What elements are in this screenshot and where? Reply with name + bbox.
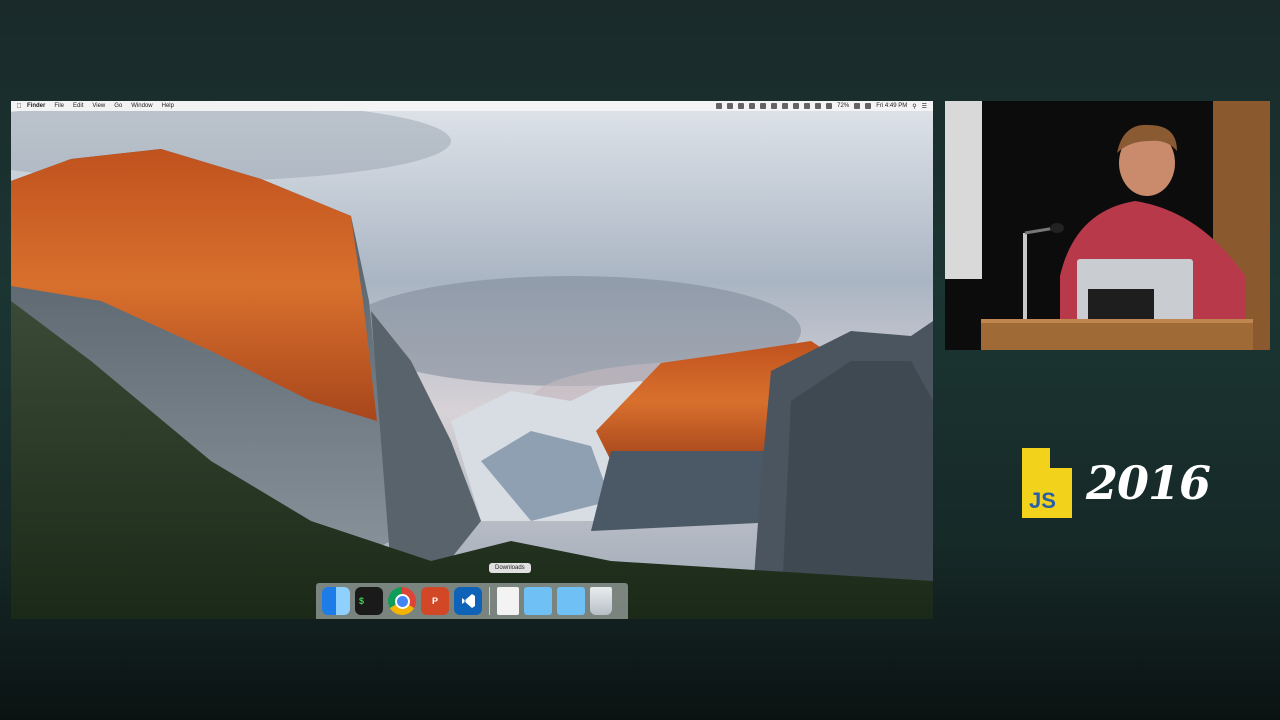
tray-icon[interactable]: [793, 103, 800, 109]
tray-icon[interactable]: [749, 103, 756, 109]
terminal-icon[interactable]: $: [355, 587, 383, 615]
conference-logo: JS 2016: [1020, 448, 1211, 518]
dock-separator: [489, 587, 490, 615]
tray-icon[interactable]: [771, 103, 778, 109]
folder-icon[interactable]: [557, 587, 585, 615]
vscode-icon[interactable]: [454, 587, 482, 615]
battery-icon[interactable]: [854, 103, 861, 109]
tray-icon[interactable]: [782, 103, 789, 109]
speaker-video: [945, 101, 1270, 350]
menu-finder[interactable]: Finder: [27, 103, 45, 109]
notification-center-icon[interactable]: ☰: [922, 103, 927, 110]
menu-window[interactable]: Window: [131, 103, 152, 109]
utah-js-logo-icon: JS: [1022, 448, 1072, 518]
menu-file[interactable]: File: [54, 103, 64, 109]
wallpaper-image: [11, 101, 933, 619]
volume-icon[interactable]: [826, 103, 833, 109]
cloud-icon[interactable]: [804, 103, 811, 109]
apple-menu-icon[interactable]: : [11, 103, 27, 110]
menubar-clock[interactable]: Fri 4:49 PM: [876, 103, 907, 109]
menu-go[interactable]: Go: [114, 103, 122, 109]
conference-year: 2016: [1086, 456, 1211, 510]
tray-icon[interactable]: [716, 103, 723, 109]
wifi-icon[interactable]: [865, 103, 872, 109]
logo-letters: JS: [1029, 488, 1056, 513]
menu-bar:  Finder File Edit View Go Window Help 7…: [11, 101, 933, 111]
menu-view[interactable]: View: [92, 103, 105, 109]
speaker-image: [945, 101, 1270, 350]
finder-icon[interactable]: [322, 587, 350, 615]
tray-icon[interactable]: [727, 103, 734, 109]
presentation-screen:  Finder File Edit View Go Window Help 7…: [11, 101, 933, 619]
tray-icon[interactable]: [738, 103, 745, 109]
trash-icon[interactable]: [590, 587, 612, 615]
folder-icon[interactable]: [524, 587, 552, 615]
chrome-icon[interactable]: [388, 587, 416, 615]
spotlight-icon[interactable]: ⚲: [912, 103, 916, 110]
dock: $ P: [316, 583, 628, 619]
menu-edit[interactable]: Edit: [73, 103, 83, 109]
vscode-icon: [462, 594, 475, 608]
keyboard-icon[interactable]: [815, 103, 822, 109]
menu-help[interactable]: Help: [162, 103, 174, 109]
tray-icon[interactable]: [760, 103, 767, 109]
status-tray: 72% Fri 4:49 PM ⚲ ☰: [716, 103, 933, 110]
document-icon[interactable]: [497, 587, 519, 615]
battery-percent[interactable]: 72%: [837, 103, 849, 109]
powerpoint-icon[interactable]: P: [421, 587, 449, 615]
dock-tooltip: Downloads: [489, 563, 531, 573]
